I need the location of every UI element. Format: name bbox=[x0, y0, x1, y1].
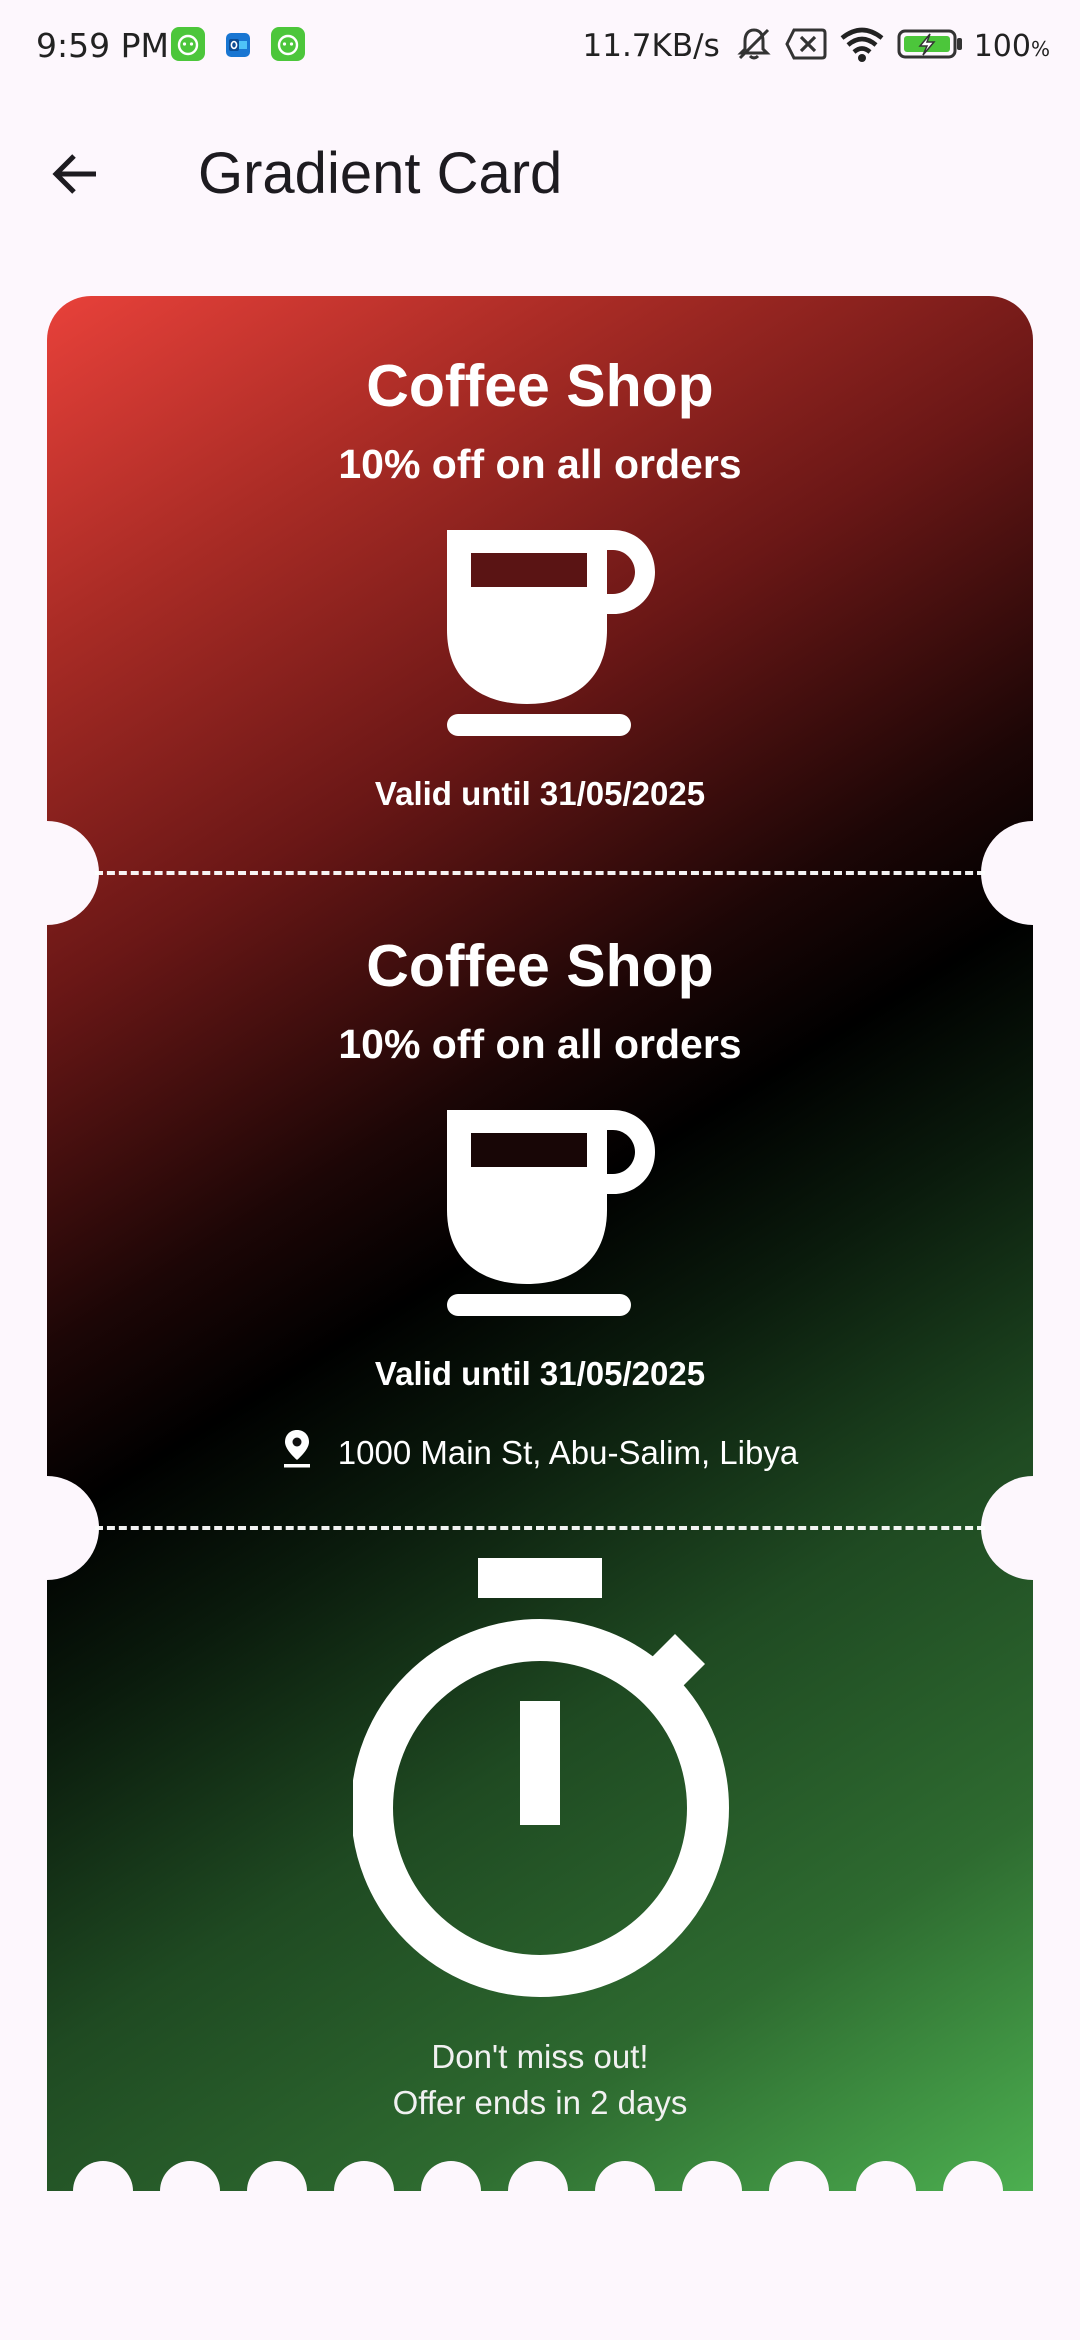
ticket-scallop bbox=[421, 2161, 481, 2191]
screen: 9:59 PM 11.7KB/s 100% Gradient Card Coff… bbox=[0, 0, 1080, 2340]
ticket-scallop bbox=[160, 2161, 220, 2191]
battery-charging-icon bbox=[896, 24, 964, 68]
ticket-divider-1 bbox=[95, 871, 985, 875]
ticket-scallop bbox=[73, 2161, 133, 2191]
stopwatch-icon bbox=[351, 1558, 733, 2003]
page-title: Gradient Card bbox=[198, 141, 563, 206]
ticket-scallop bbox=[334, 2161, 394, 2191]
valid-until-text: Valid until 31/05/2025 bbox=[374, 775, 706, 812]
coffee-cup-icon bbox=[447, 530, 667, 741]
ticket-scallop bbox=[247, 2161, 307, 2191]
location-pin-icon bbox=[282, 1428, 312, 1477]
ticket-notch-left-2 bbox=[47, 1476, 99, 1580]
valid-until-text: Valid until 31/05/2025 bbox=[374, 1355, 706, 1392]
shop-name: Coffee Shop bbox=[366, 933, 714, 999]
wifi-icon bbox=[838, 24, 886, 68]
offer-text: 10% off on all orders bbox=[338, 441, 742, 487]
ticket-scallop bbox=[508, 2161, 568, 2191]
outlook-icon bbox=[226, 33, 250, 57]
ticket-notch-right-1 bbox=[981, 821, 1033, 925]
ticket-notch-right-2 bbox=[981, 1476, 1033, 1580]
ticket-divider-2 bbox=[95, 1526, 985, 1530]
battery-percent: 100% bbox=[973, 28, 1050, 64]
arrow-back-icon bbox=[48, 146, 104, 207]
ticket-scallop bbox=[943, 2161, 1003, 2191]
back-button[interactable] bbox=[36, 136, 116, 216]
shop-name: Coffee Shop bbox=[366, 353, 714, 419]
status-bar: 9:59 PM 11.7KB/s 100% bbox=[0, 0, 1080, 92]
ticket-notch-left-1 bbox=[47, 821, 99, 925]
cat-app-icon bbox=[171, 27, 205, 61]
promo-line-1: Don't miss out! bbox=[431, 2038, 649, 2075]
ticket-scallop bbox=[769, 2161, 829, 2191]
gradient-ticket-card: Coffee Shop 10% off on all orders Valid … bbox=[47, 296, 1033, 2191]
sim-off-icon bbox=[784, 24, 828, 68]
ticket-scallop bbox=[856, 2161, 916, 2191]
coffee-cup-icon bbox=[447, 1110, 667, 1321]
status-time: 9:59 PM bbox=[36, 26, 169, 65]
app-bar: Gradient Card bbox=[0, 92, 1080, 252]
ticket-scallop bbox=[682, 2161, 742, 2191]
address-row: 1000 Main St, Abu-Salim, Libya bbox=[47, 1428, 1033, 1477]
mute-bell-icon bbox=[734, 24, 774, 68]
address-text: 1000 Main St, Abu-Salim, Libya bbox=[337, 1433, 799, 1471]
offer-text: 10% off on all orders bbox=[338, 1021, 742, 1067]
ticket-scallop bbox=[595, 2161, 655, 2191]
network-speed: 11.7KB/s bbox=[582, 28, 720, 64]
promo-line-2: Offer ends in 2 days bbox=[392, 2084, 688, 2121]
cat-app-icon bbox=[271, 27, 305, 61]
status-icons: 11.7KB/s 100% bbox=[582, 22, 1050, 70]
